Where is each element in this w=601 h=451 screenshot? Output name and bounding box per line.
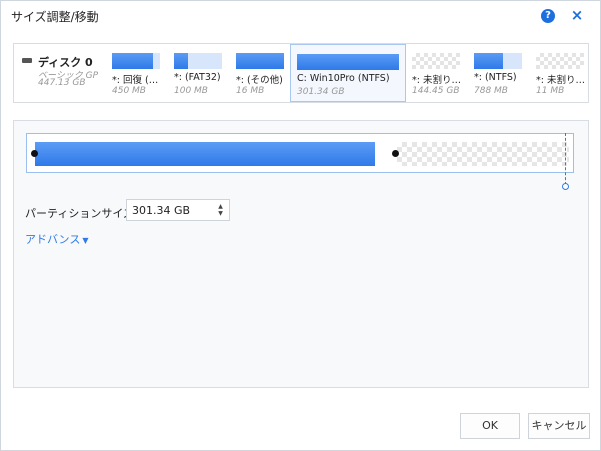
- partition-c-win10pro[interactable]: C: Win10Pro (NTFS) 301.34 GB: [290, 44, 406, 102]
- partition-unallocated[interactable]: *: 未割り… 11 MB: [530, 44, 590, 102]
- partition-size: 144.45 GB: [412, 86, 460, 96]
- advanced-toggle[interactable]: アドバンス ▼: [25, 231, 89, 247]
- partition-label: *: (FAT32): [174, 72, 221, 83]
- disk-info: ディスク 0 ベーシック GP 447.13 GB: [14, 44, 106, 102]
- disk-end-marker: [565, 133, 566, 185]
- partition-size: 100 MB: [174, 86, 208, 96]
- partition-label: C: Win10Pro (NTFS): [297, 73, 390, 84]
- spin-arrows-icon[interactable]: ▲ ▼: [217, 203, 224, 217]
- partition-label: *: 回復 (…: [112, 75, 159, 86]
- partition-size-value[interactable]: 301.34 GB: [132, 204, 190, 217]
- right-resize-handle[interactable]: [392, 150, 399, 157]
- partition-label: *: (その他): [236, 75, 283, 86]
- dialog-title: サイズ調整/移動: [11, 10, 99, 24]
- partition-size: 450 MB: [112, 86, 146, 96]
- partition-size: 301.34 GB: [297, 87, 345, 97]
- partition-recovery[interactable]: *: 回復 (… 450 MB: [106, 44, 168, 102]
- partition-size-bar[interactable]: [35, 142, 375, 166]
- title-bar: サイズ調整/移動 ? ×: [1, 1, 600, 31]
- partition-usage-bar: [112, 53, 160, 69]
- resize-track[interactable]: [26, 133, 574, 173]
- help-icon[interactable]: ?: [541, 9, 555, 23]
- partition-fat32[interactable]: *: (FAT32) 100 MB: [168, 44, 230, 102]
- resize-move-dialog: サイズ調整/移動 ? × ディスク 0 ベーシック GP 447.13 GB *…: [0, 0, 601, 451]
- partition-usage-bar: [236, 53, 284, 69]
- partition-label: *: 未割り…: [536, 75, 585, 86]
- partition-usage-bar: [174, 53, 222, 69]
- partition-usage-bar: [297, 54, 399, 70]
- end-marker-handle[interactable]: [562, 183, 569, 190]
- partition-label: *: (NTFS): [474, 72, 517, 83]
- ok-button[interactable]: OK: [460, 413, 520, 439]
- partition-size: 16 MB: [236, 86, 265, 96]
- disk-size: 447.13 GB: [38, 78, 86, 88]
- partition-size: 788 MB: [474, 86, 508, 96]
- resize-panel: パーティションサイズ: 301.34 GB ▲ ▼ アドバンス ▼: [13, 120, 589, 388]
- disk-map: ディスク 0 ベーシック GP 447.13 GB *: 回復 (… 450 M…: [13, 43, 589, 103]
- partition-unallocated-bar: [412, 53, 460, 69]
- disk-icon: [22, 58, 32, 63]
- close-icon[interactable]: ×: [569, 5, 585, 25]
- partition-unallocated-bar: [536, 53, 584, 69]
- partition-size: 11 MB: [536, 86, 565, 96]
- partition-label: *: 未割り…: [412, 75, 461, 86]
- partition-size-stepper[interactable]: 301.34 GB ▲ ▼: [126, 199, 230, 221]
- unallocated-space-bar: [397, 142, 569, 166]
- advanced-label: アドバンス: [25, 233, 81, 246]
- partition-other[interactable]: *: (その他) 16 MB: [230, 44, 290, 102]
- partition-usage-bar: [474, 53, 522, 69]
- chevron-down-icon: ▼: [82, 236, 89, 245]
- partition-ntfs[interactable]: *: (NTFS) 788 MB: [468, 44, 530, 102]
- partition-unallocated[interactable]: *: 未割り… 144.45 GB: [406, 44, 468, 102]
- partition-size-label: パーティションサイズ:: [25, 207, 138, 220]
- left-resize-handle[interactable]: [31, 150, 38, 157]
- cancel-button[interactable]: キャンセル: [528, 413, 590, 439]
